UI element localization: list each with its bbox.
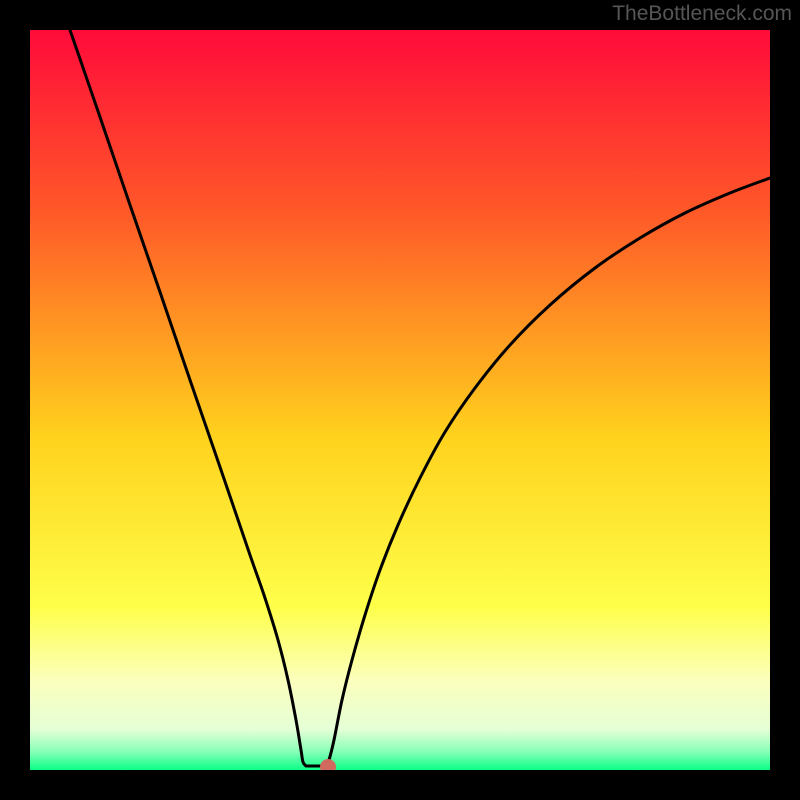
bottleneck-chart	[0, 0, 800, 800]
attribution-text: TheBottleneck.com	[612, 2, 792, 26]
optimum-marker	[320, 759, 336, 775]
chart-container: { "attribution": "TheBottleneck.com", "c…	[0, 0, 800, 800]
gradient-background	[30, 30, 770, 770]
